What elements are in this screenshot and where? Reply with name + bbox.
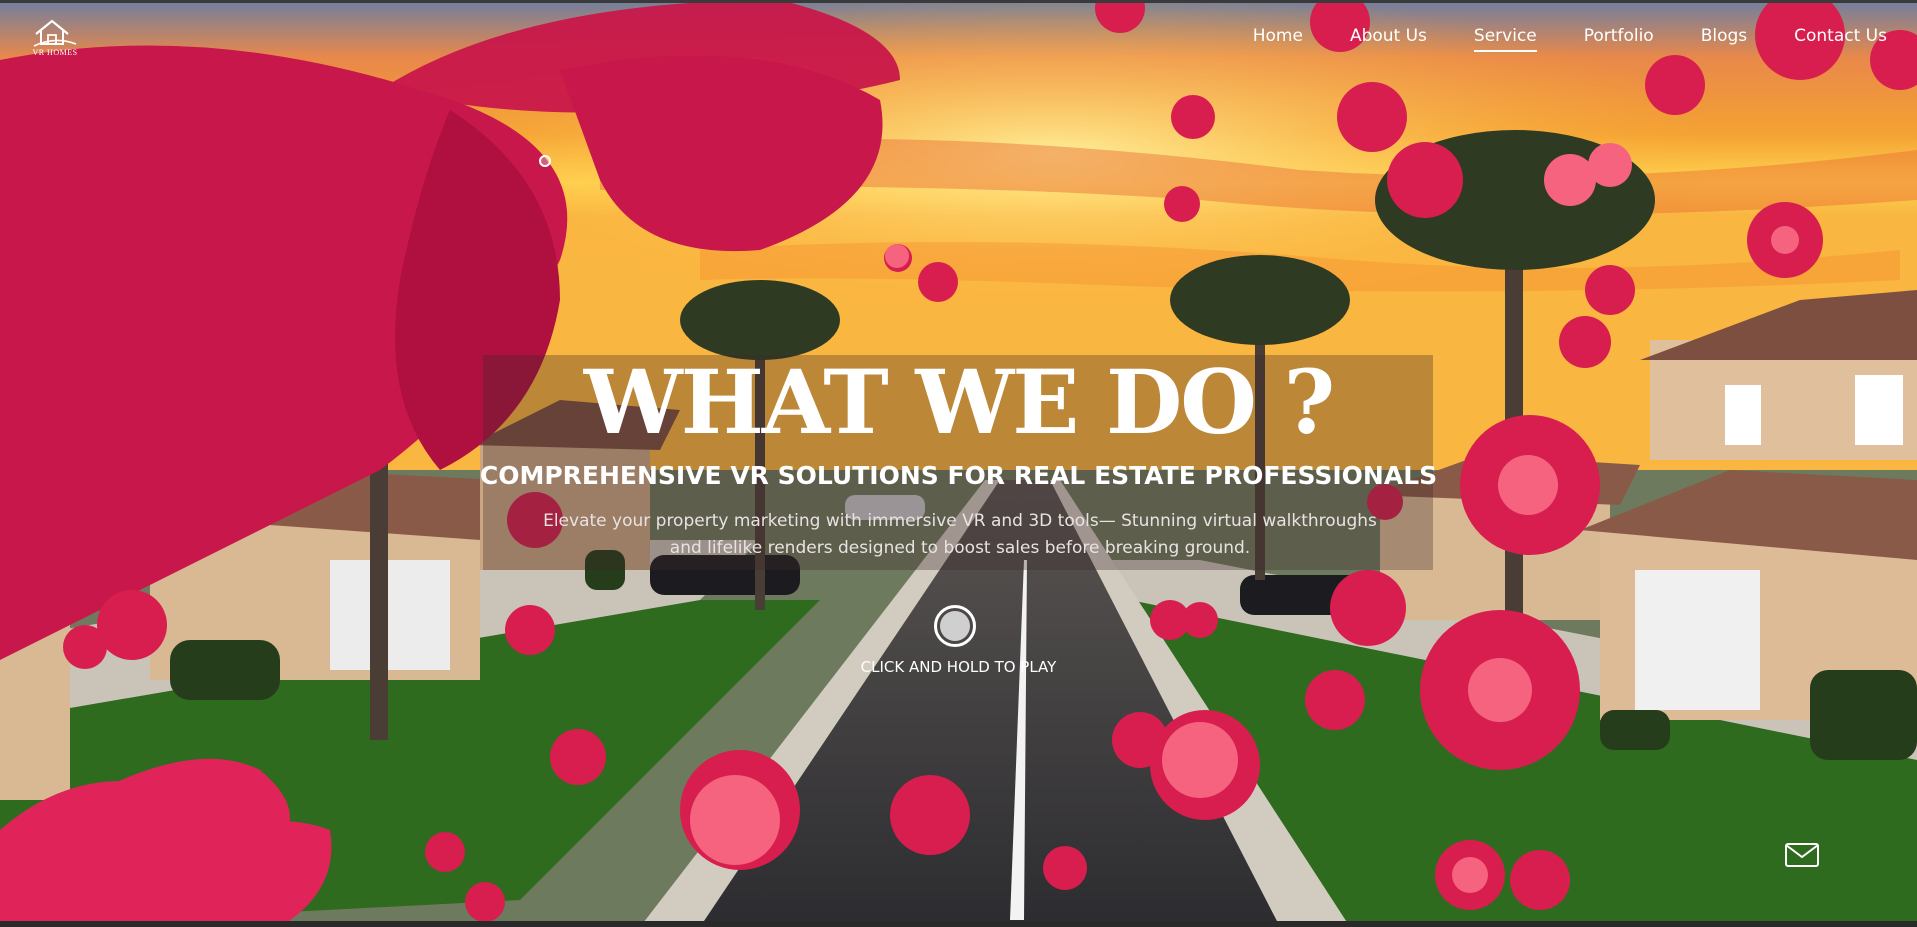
brand-logo[interactable]: VR HOMES — [28, 16, 82, 60]
hero-description-line-2: and lifelike renders designed to boost s… — [669, 538, 1251, 558]
play-button-icon — [940, 611, 970, 641]
hero-description: Elevate your property marketing with imm… — [540, 508, 1380, 562]
nav-blogs[interactable]: Blogs — [1701, 26, 1747, 52]
nav-about-us[interactable]: About Us — [1350, 26, 1427, 52]
bottom-border — [0, 921, 1917, 927]
cursor-dot-icon — [539, 155, 551, 167]
mail-button[interactable] — [1785, 843, 1819, 867]
main-nav: Home About Us Service Portfolio Blogs Co… — [1253, 26, 1887, 52]
nav-service[interactable]: Service — [1473, 26, 1537, 52]
play-button[interactable] — [934, 605, 976, 647]
hero-description-line-1: Elevate your property marketing with imm… — [543, 511, 1377, 531]
house-logo-icon — [33, 19, 77, 47]
logo-text: VR HOMES — [32, 48, 78, 57]
nav-home[interactable]: Home — [1253, 26, 1303, 52]
play-label: CLICK AND HOLD TO PLAY — [860, 658, 1057, 676]
nav-portfolio[interactable]: Portfolio — [1584, 26, 1654, 52]
hero-subheadline: COMPREHENSIVE VR SOLUTIONS FOR REAL ESTA… — [479, 461, 1438, 490]
hero-headline: WHAT WE DO ? — [583, 350, 1335, 454]
top-border — [0, 0, 1917, 3]
hero-section: VR HOMES Home About Us Service Portfolio… — [0, 0, 1917, 927]
nav-contact-us[interactable]: Contact Us — [1794, 26, 1887, 52]
mail-icon — [1785, 843, 1819, 867]
